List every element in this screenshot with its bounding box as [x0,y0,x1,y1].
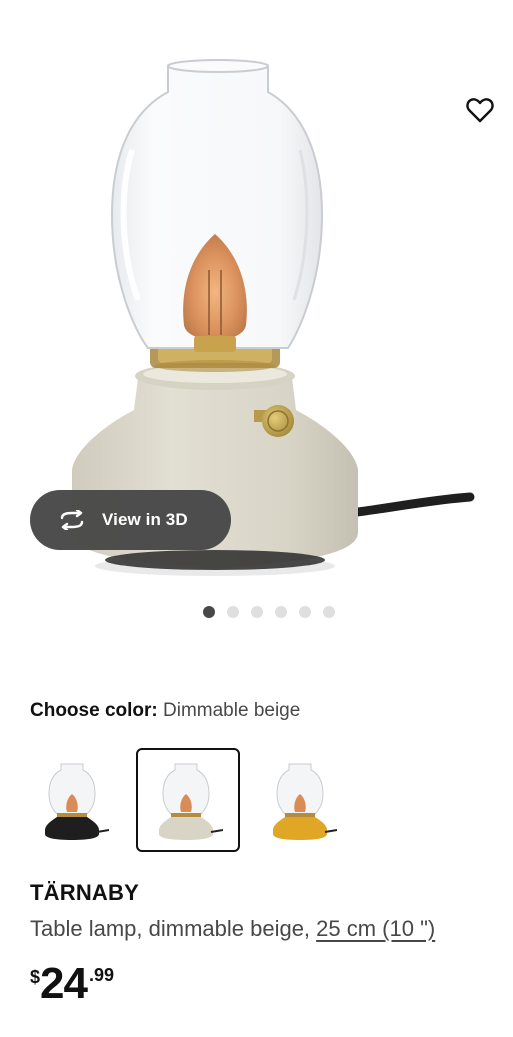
product-image-gallery[interactable]: View in 3D [0,0,513,600]
heart-outline-icon [466,98,494,123]
product-name: TÄRNABY [30,880,139,905]
price-currency: $ [30,967,41,987]
color-swatch-yellow[interactable] [250,748,354,852]
carousel-dot[interactable] [203,606,215,618]
color-swatch-dimmable-beige[interactable] [136,748,240,852]
product-price: $ 24 .99 [30,960,114,1008]
color-chooser-label: Choose color: [30,700,158,721]
lamp-thumbnail-black [45,763,109,840]
carousel-dot[interactable] [275,606,287,618]
carousel-dot[interactable] [323,606,335,618]
price-integer: 24 [40,959,88,1008]
carousel-dot[interactable] [251,606,263,618]
carousel-dot[interactable] [227,606,239,618]
product-description: Table lamp, dimmable beige, 25 cm (10 ") [30,916,435,942]
selected-color-value: Dimmable beige [163,700,301,721]
lamp-thumbnail-beige [159,763,223,840]
carousel-dot[interactable] [299,606,311,618]
rotate-arrows-icon [56,508,88,532]
color-swatch-black[interactable] [22,748,126,852]
product-size-link[interactable]: 25 cm (10 ") [316,916,435,941]
product-description-text: Table lamp, dimmable beige, [30,916,317,941]
color-swatch-list [22,748,354,854]
price-decimal: .99 [88,965,114,985]
carousel-indicator [0,606,513,620]
lamp-thumbnail-yellow [273,763,337,840]
view-in-3d-button[interactable]: View in 3D [30,490,231,550]
favorite-button[interactable] [462,92,498,128]
color-chooser-heading: Choose color: Dimmable beige [30,700,300,722]
view-in-3d-label: View in 3D [102,510,188,529]
